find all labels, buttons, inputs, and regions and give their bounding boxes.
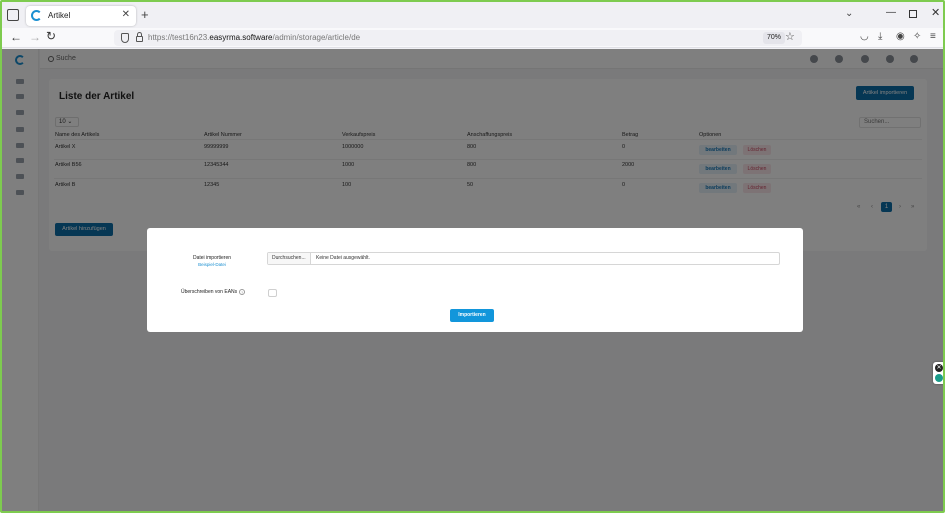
file-input[interactable]: Durchsuchen... Keine Datei ausgewählt. xyxy=(267,252,780,265)
url-text[interactable]: https://test16n23.easyrma.software/admin… xyxy=(148,33,360,42)
extensions-icon[interactable]: ✧ xyxy=(913,31,921,42)
file-status-text: Keine Datei ausgewählt. xyxy=(316,255,370,261)
overwrite-eans-checkbox[interactable] xyxy=(268,289,277,297)
account-icon[interactable]: ◉ xyxy=(896,31,905,42)
browser-window: Artikel ✕ + ⌄ — ✕ ← → ↻ https://test16n2… xyxy=(0,0,945,513)
nav-bar: ← → ↻ https://test16n23.easyrma.software… xyxy=(2,28,943,48)
browser-tab-artikel[interactable]: Artikel ✕ xyxy=(26,6,136,26)
browse-button[interactable]: Durchsuchen... xyxy=(268,253,311,264)
sample-file-link[interactable]: Beispiel-Datei xyxy=(192,262,232,267)
tab-bar: Artikel ✕ + ⌄ — ✕ xyxy=(2,2,943,28)
restore-icon[interactable] xyxy=(909,10,917,18)
reload-icon[interactable]: ↻ xyxy=(46,29,56,43)
minimize-icon[interactable]: — xyxy=(886,7,896,18)
address-bar[interactable]: https://test16n23.easyrma.software/admin… xyxy=(114,30,802,46)
shield-icon[interactable] xyxy=(121,33,129,43)
lock-icon[interactable] xyxy=(136,32,143,42)
back-arrow-icon[interactable]: ← xyxy=(10,30,22,44)
accessibility-widget: ✕ xyxy=(933,362,943,384)
list-tabs-chevron-icon[interactable]: ⌄ xyxy=(845,8,853,19)
window-close-icon[interactable]: ✕ xyxy=(931,6,940,19)
forward-arrow-icon[interactable]: → xyxy=(29,30,41,44)
close-icon[interactable]: ✕ xyxy=(935,364,943,372)
import-file-label: Datei importieren xyxy=(192,255,232,261)
menu-icon[interactable]: ≡ xyxy=(930,31,936,42)
eye-icon[interactable] xyxy=(935,374,943,382)
downloads-icon[interactable]: ⤓ xyxy=(878,31,882,42)
pocket-icon[interactable]: ◡ xyxy=(860,31,869,42)
new-tab-button[interactable]: + xyxy=(141,7,149,22)
import-submit-button[interactable]: Importieren xyxy=(450,309,494,322)
tab-close-icon[interactable]: ✕ xyxy=(122,9,130,20)
import-modal: Datei importieren Beispiel-Datei Durchsu… xyxy=(147,228,803,332)
help-question-icon[interactable]: ? xyxy=(239,289,246,295)
tab-title: Artikel xyxy=(48,11,71,20)
zoom-level-badge[interactable]: 70% xyxy=(763,32,786,44)
easyrma-favicon-icon xyxy=(31,10,42,21)
tab-overview-icon[interactable] xyxy=(7,9,19,21)
bookmark-star-icon[interactable]: ☆ xyxy=(785,30,795,43)
overwrite-eans-label: Überschreiben von EANs? xyxy=(181,289,246,295)
